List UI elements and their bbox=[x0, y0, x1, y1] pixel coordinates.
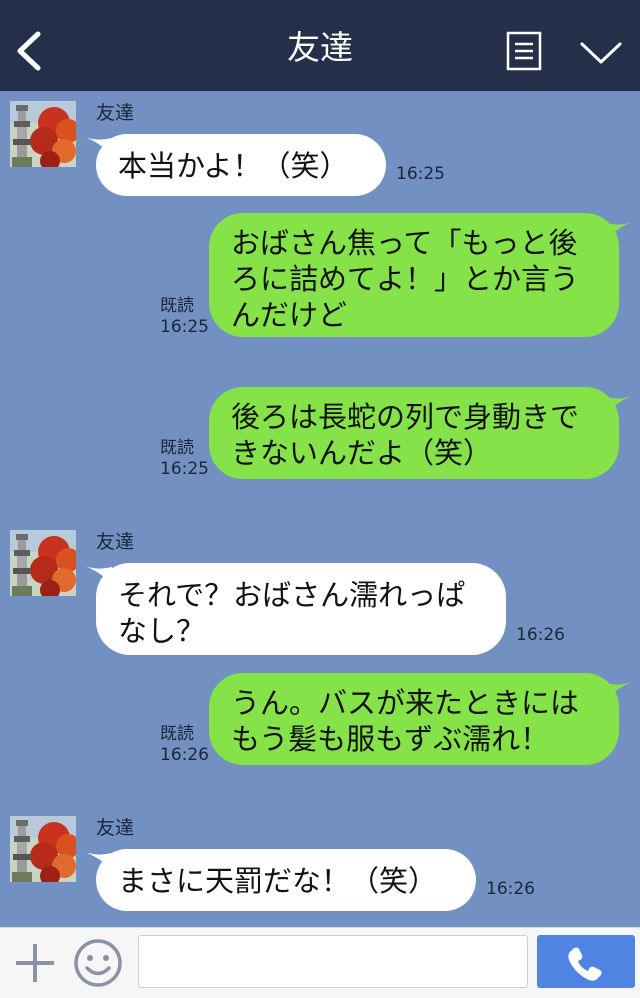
chevron-down-icon bbox=[580, 42, 622, 64]
chat-title: 友達 bbox=[287, 28, 353, 67]
message-text-line: 後ろは長蛇の列で身動きで bbox=[231, 400, 580, 434]
friend-avatar-image bbox=[10, 530, 76, 596]
plus-icon bbox=[16, 944, 54, 982]
message-text-line: んだけど bbox=[231, 298, 348, 332]
message-timestamp: 16:26 bbox=[516, 625, 565, 645]
message-timestamp: 16:26 bbox=[160, 745, 209, 765]
message-bubble-sent[interactable]: 後ろは長蛇の列で身動きで きないんだよ（笑） bbox=[209, 387, 619, 479]
message-timestamp: 16:25 bbox=[160, 317, 209, 337]
call-button[interactable] bbox=[537, 935, 635, 988]
sender-name: 友達 bbox=[96, 817, 135, 839]
friend-avatar-image bbox=[10, 816, 76, 882]
collapse-button[interactable] bbox=[578, 38, 624, 68]
emoji-button[interactable] bbox=[72, 937, 124, 989]
message-bubble-sent[interactable]: おばさん焦って「もっと後 ろに詰めてよ！」とか言う んだけど bbox=[209, 213, 619, 337]
input-bar bbox=[0, 927, 640, 998]
add-attachment-button[interactable] bbox=[12, 938, 58, 988]
message-timestamp: 16:25 bbox=[160, 459, 209, 479]
read-receipt: 既読 bbox=[160, 296, 194, 316]
message-bubble-received[interactable]: それで？おばさん濡れっぱ なし？ bbox=[96, 563, 506, 655]
sender-name: 友達 bbox=[96, 531, 135, 553]
friend-avatar-image bbox=[10, 101, 76, 167]
list-menu-icon bbox=[506, 31, 542, 71]
message-timestamp: 16:26 bbox=[486, 879, 535, 899]
message-text-line: 本当かよ！（笑） bbox=[118, 149, 349, 183]
message-text-line: ろに詰めてよ！」とか言う bbox=[231, 262, 580, 296]
friend-avatar[interactable] bbox=[10, 101, 76, 167]
message-text-line: おばさん焦って「もっと後 bbox=[231, 226, 578, 260]
message-bubble-received[interactable]: まさに天罰だな！（笑） bbox=[96, 849, 476, 911]
message-input[interactable] bbox=[138, 935, 528, 988]
message-text-line: なし？ bbox=[118, 614, 206, 648]
message-bubble-sent[interactable]: うん。バスが来たときには もう髪も服もずぶ濡れ！ bbox=[209, 673, 619, 765]
friend-avatar[interactable] bbox=[10, 816, 76, 882]
message-text-line: きないんだよ（笑） bbox=[231, 436, 493, 470]
friend-avatar[interactable] bbox=[10, 530, 76, 596]
message-timestamp: 16:25 bbox=[396, 164, 445, 184]
read-receipt: 既読 bbox=[160, 724, 194, 744]
menu-button[interactable] bbox=[506, 31, 542, 71]
message-text-line: うん。バスが来たときには bbox=[231, 686, 580, 720]
read-receipt: 既読 bbox=[160, 438, 194, 458]
message-text-line: もう髪も服もずぶ濡れ！ bbox=[231, 722, 550, 756]
message-bubble-received[interactable]: 本当かよ！（笑） bbox=[96, 134, 386, 196]
sender-name: 友達 bbox=[96, 102, 135, 124]
smiley-icon bbox=[74, 939, 122, 987]
message-text-line: まさに天罰だな！（笑） bbox=[118, 864, 438, 898]
message-text-line: それで？おばさん濡れっぱ bbox=[118, 578, 466, 612]
phone-icon bbox=[568, 947, 602, 981]
chat-header: 友達 bbox=[0, 0, 640, 91]
chat-area[interactable]: 友達 本当かよ！（笑） 16:25 おばさん焦って「もっと後 ろに詰めてよ！」とか言うん… bbox=[0, 91, 640, 927]
